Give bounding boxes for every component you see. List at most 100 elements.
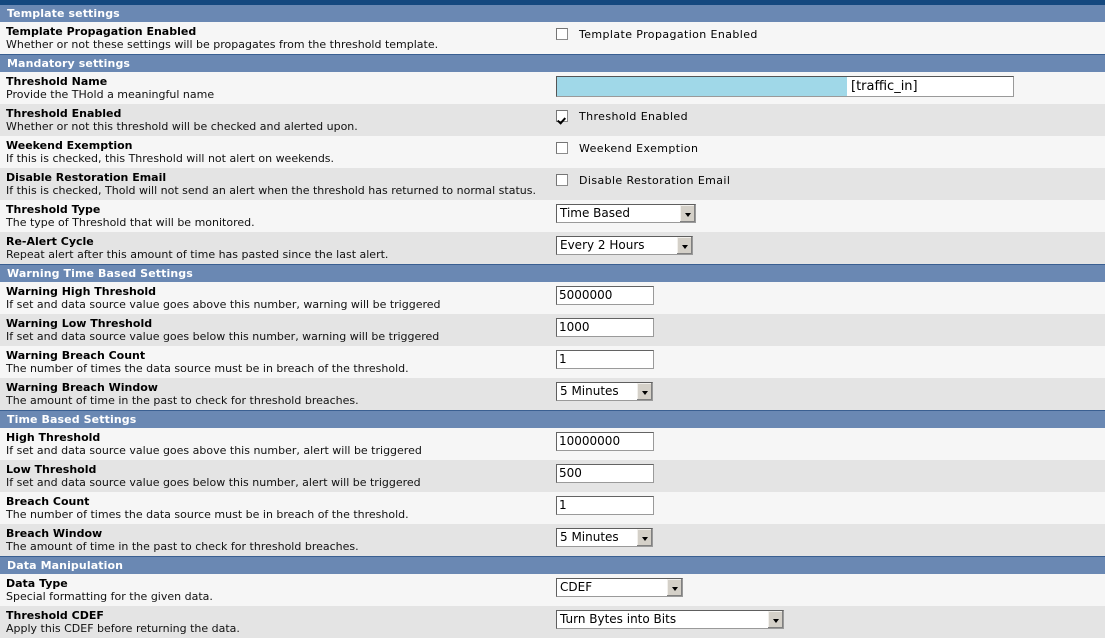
input-breach-count[interactable]: 1 bbox=[556, 496, 654, 515]
checkbox-label-threshold-enabled: Threshold Enabled bbox=[579, 109, 688, 123]
row-label-re-alert-cycle: Re-Alert Cycle bbox=[6, 235, 94, 248]
section-header-time-based-settings: Time Based Settings bbox=[0, 410, 1105, 428]
row-warning-high-threshold: Warning High Threshold If set and data so… bbox=[0, 282, 1105, 314]
select-value-warning-breach-window: 5 Minutes bbox=[560, 384, 619, 398]
section-header-mandatory-settings: Mandatory settings bbox=[0, 54, 1105, 72]
field-cell-disable-restoration-email: Disable Restoration Email bbox=[556, 168, 1105, 191]
row-description-warning-low-threshold: If set and data source value goes below … bbox=[6, 330, 440, 343]
row-template-propagation-enabled: Template Propagation Enabled Whether or n… bbox=[0, 22, 1105, 54]
select-value-data-type: CDEF bbox=[560, 580, 593, 594]
label-cell-re-alert-cycle: Re-Alert Cycle Repeat alert after this am… bbox=[0, 232, 556, 264]
row-label-breach-window: Breach Window bbox=[6, 527, 103, 540]
field-cell-threshold-type: Time Based bbox=[556, 200, 1105, 226]
label-cell-breach-count: Breach Count The number of times the data… bbox=[0, 492, 556, 524]
row-label-breach-count: Breach Count bbox=[6, 495, 90, 508]
row-label-warning-breach-count: Warning Breach Count bbox=[6, 349, 146, 362]
row-label-high-threshold: High Threshold bbox=[6, 431, 101, 444]
row-description-low-threshold: If set and data source value goes below … bbox=[6, 476, 421, 489]
label-cell-breach-window: Breach Window The amount of time in the p… bbox=[0, 524, 556, 556]
select-re-alert-cycle[interactable]: Every 2 Hours bbox=[556, 236, 693, 255]
select-warning-breach-window[interactable]: 5 Minutes bbox=[556, 382, 653, 401]
checkbox-label-disable-restoration-email: Disable Restoration Email bbox=[579, 173, 731, 187]
row-label-template-propagation-enabled: Template Propagation Enabled bbox=[6, 25, 197, 38]
label-cell-warning-breach-count: Warning Breach Count The number of times … bbox=[0, 346, 556, 378]
label-cell-warning-low-threshold: Warning Low Threshold If set and data sou… bbox=[0, 314, 556, 346]
chevron-down-icon[interactable] bbox=[666, 579, 682, 596]
row-description-warning-high-threshold: If set and data source value goes above … bbox=[6, 298, 441, 311]
label-cell-threshold-name: Threshold Name Provide the THold a meanin… bbox=[0, 72, 556, 104]
label-cell-threshold-cdef: Threshold CDEF Apply this CDEF before ret… bbox=[0, 606, 556, 638]
row-threshold-type: Threshold Type The type of Threshold that… bbox=[0, 200, 1105, 232]
row-label-threshold-name: Threshold Name bbox=[6, 75, 108, 88]
field-cell-threshold-cdef: Turn Bytes into Bits bbox=[556, 606, 1105, 632]
field-cell-breach-window: 5 Minutes bbox=[556, 524, 1105, 550]
row-disable-restoration-email: Disable Restoration Email If this is chec… bbox=[0, 168, 1105, 200]
field-cell-breach-count: 1 bbox=[556, 492, 1105, 518]
row-threshold-name: Threshold Name Provide the THold a meanin… bbox=[0, 72, 1105, 104]
select-data-type[interactable]: CDEF bbox=[556, 578, 683, 597]
row-label-warning-breach-window: Warning Breach Window bbox=[6, 381, 158, 394]
select-value-re-alert-cycle: Every 2 Hours bbox=[560, 238, 645, 252]
section-header-warning-time-based-settings: Warning Time Based Settings bbox=[0, 264, 1105, 282]
chevron-down-icon[interactable] bbox=[676, 237, 692, 254]
checkbox-label-template-propagation-enabled: Template Propagation Enabled bbox=[579, 27, 758, 41]
field-cell-high-threshold: 10000000 bbox=[556, 428, 1105, 454]
input-warning-breach-count[interactable]: 1 bbox=[556, 350, 654, 369]
select-threshold-cdef[interactable]: Turn Bytes into Bits bbox=[556, 610, 784, 629]
row-label-threshold-enabled: Threshold Enabled bbox=[6, 107, 122, 120]
field-cell-re-alert-cycle: Every 2 Hours bbox=[556, 232, 1105, 258]
input-warning-high-threshold[interactable]: 5000000 bbox=[556, 286, 654, 305]
row-description-disable-restoration-email: If this is checked, Thold will not send … bbox=[6, 184, 536, 197]
label-cell-weekend-exemption: Weekend Exemption If this is checked, thi… bbox=[0, 136, 556, 168]
label-cell-warning-breach-window: Warning Breach Window The amount of time … bbox=[0, 378, 556, 410]
row-description-threshold-type: The type of Threshold that will be monit… bbox=[6, 216, 255, 229]
label-cell-high-threshold: High Threshold If set and data source val… bbox=[0, 428, 556, 460]
row-description-re-alert-cycle: Repeat alert after this amount of time h… bbox=[6, 248, 389, 261]
label-cell-disable-restoration-email: Disable Restoration Email If this is chec… bbox=[0, 168, 556, 200]
chevron-down-icon[interactable] bbox=[679, 205, 695, 222]
field-cell-template-propagation-enabled: Template Propagation Enabled bbox=[556, 22, 1105, 45]
row-weekend-exemption: Weekend Exemption If this is checked, thi… bbox=[0, 136, 1105, 168]
row-description-threshold-cdef: Apply this CDEF before returning the dat… bbox=[6, 622, 240, 635]
section-header-template-settings: Template settings bbox=[0, 0, 1105, 22]
select-value-breach-window: 5 Minutes bbox=[560, 530, 619, 544]
row-description-template-propagation-enabled: Whether or not these settings will be pr… bbox=[6, 38, 439, 51]
field-cell-low-threshold: 500 bbox=[556, 460, 1105, 486]
input-low-threshold[interactable]: 500 bbox=[556, 464, 654, 483]
input-value-threshold-name: [traffic_in] bbox=[851, 79, 918, 94]
field-cell-warning-breach-window: 5 Minutes bbox=[556, 378, 1105, 404]
row-description-warning-breach-count: The number of times the data source must… bbox=[6, 362, 409, 375]
chevron-down-icon[interactable] bbox=[767, 611, 783, 628]
row-warning-breach-window: Warning Breach Window The amount of time … bbox=[0, 378, 1105, 410]
chevron-down-icon[interactable] bbox=[636, 529, 652, 546]
select-threshold-type[interactable]: Time Based bbox=[556, 204, 696, 223]
section-header-data-manipulation: Data Manipulation bbox=[0, 556, 1105, 574]
input-high-threshold[interactable]: 10000000 bbox=[556, 432, 654, 451]
row-description-breach-count: The number of times the data source must… bbox=[6, 508, 409, 521]
row-label-threshold-type: Threshold Type bbox=[6, 203, 101, 216]
checkbox-weekend-exemption[interactable] bbox=[556, 142, 568, 154]
checkbox-threshold-enabled[interactable] bbox=[556, 110, 568, 122]
checkbox-template-propagation-enabled[interactable] bbox=[556, 28, 568, 40]
label-cell-data-type: Data Type Special formatting for the give… bbox=[0, 574, 556, 606]
row-description-threshold-enabled: Whether or not this threshold will be ch… bbox=[6, 120, 358, 133]
checkbox-disable-restoration-email[interactable] bbox=[556, 174, 568, 186]
input-threshold-name[interactable]: [traffic_in] bbox=[556, 76, 1014, 97]
field-cell-warning-high-threshold: 5000000 bbox=[556, 282, 1105, 308]
select-breach-window[interactable]: 5 Minutes bbox=[556, 528, 653, 547]
row-label-data-type: Data Type bbox=[6, 577, 68, 590]
row-warning-low-threshold: Warning Low Threshold If set and data sou… bbox=[0, 314, 1105, 346]
field-cell-data-type: CDEF bbox=[556, 574, 1105, 600]
row-warning-breach-count: Warning Breach Count The number of times … bbox=[0, 346, 1105, 378]
row-label-warning-high-threshold: Warning High Threshold bbox=[6, 285, 157, 298]
field-cell-threshold-name: [traffic_in] bbox=[556, 72, 1105, 100]
label-cell-low-threshold: Low Threshold If set and data source valu… bbox=[0, 460, 556, 492]
row-description-high-threshold: If set and data source value goes above … bbox=[6, 444, 422, 457]
row-label-warning-low-threshold: Warning Low Threshold bbox=[6, 317, 153, 330]
input-warning-low-threshold[interactable]: 1000 bbox=[556, 318, 654, 337]
checkbox-wrapper-disable-restoration-email: Disable Restoration Email bbox=[556, 172, 730, 188]
row-threshold-cdef: Threshold CDEF Apply this CDEF before ret… bbox=[0, 606, 1105, 638]
label-cell-threshold-type: Threshold Type The type of Threshold that… bbox=[0, 200, 556, 232]
field-cell-weekend-exemption: Weekend Exemption bbox=[556, 136, 1105, 159]
chevron-down-icon[interactable] bbox=[636, 383, 652, 400]
